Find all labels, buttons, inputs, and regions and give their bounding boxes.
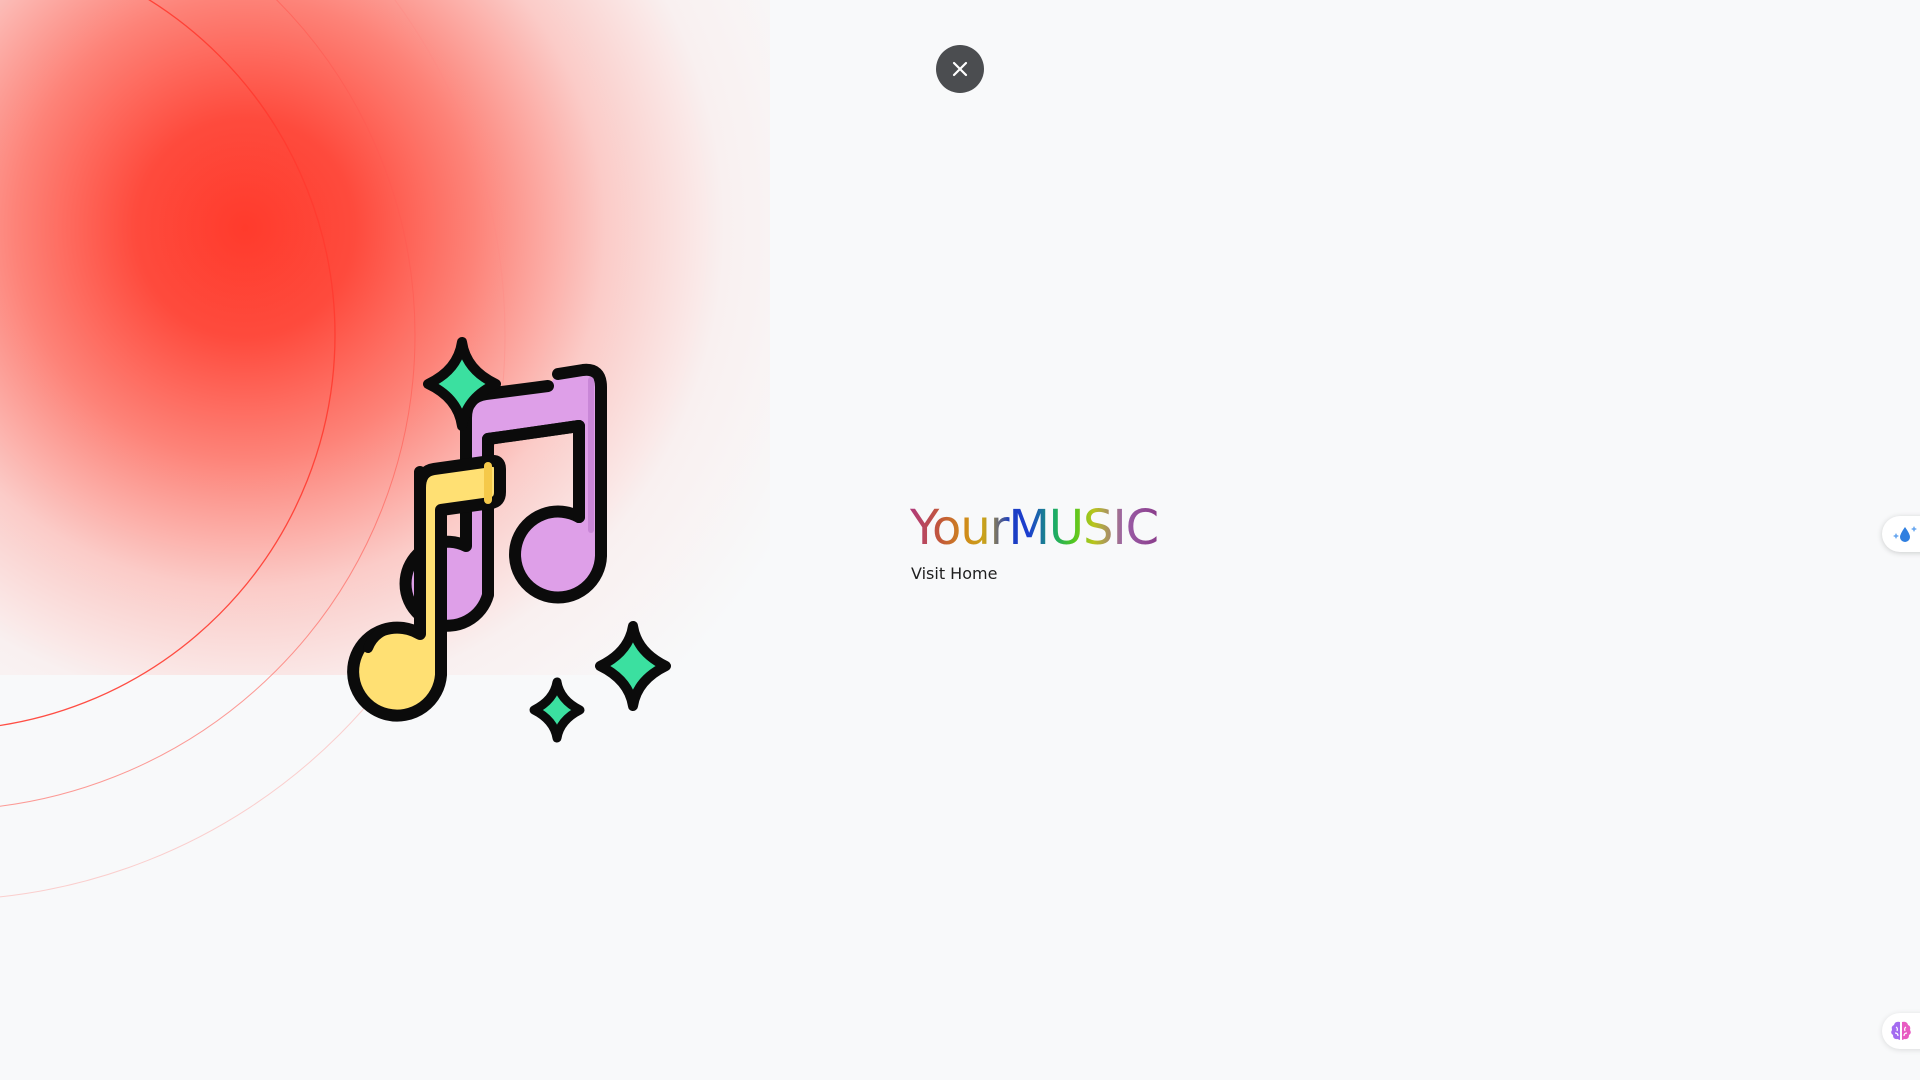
water-drop-sparkle-icon (1893, 526, 1917, 542)
sparkle-bottom (529, 677, 585, 743)
sparkle-right (595, 621, 671, 711)
side-widget-brain[interactable] (1882, 1013, 1920, 1049)
close-icon (952, 61, 968, 77)
music-notes-icon (347, 337, 671, 743)
close-button[interactable] (936, 45, 984, 93)
brain-icon (1891, 1021, 1911, 1040)
app-brand-title: YourMUSIC (910, 500, 1159, 556)
splash-screen: YourMUSIC Visit Home (0, 0, 1920, 1080)
visit-home-link[interactable]: Visit Home (911, 564, 997, 583)
side-widget-drop[interactable] (1882, 516, 1920, 552)
